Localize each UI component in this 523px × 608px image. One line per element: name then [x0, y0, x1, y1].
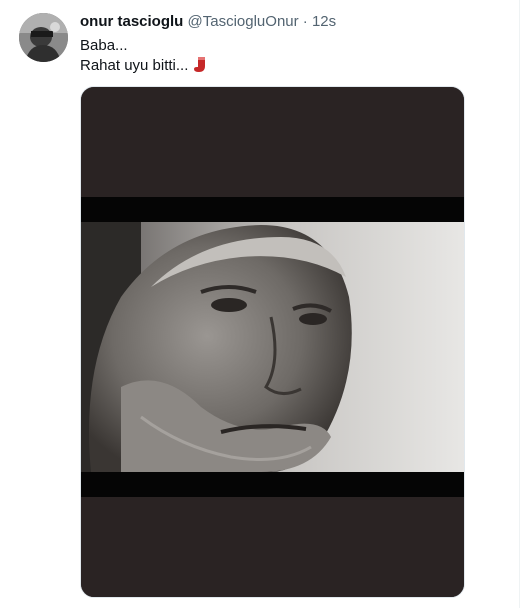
separator-dot: · — [302, 13, 308, 30]
tweet-text: Baba... Rahat uyu bitti... — [80, 36, 207, 76]
avatar-image-icon — [19, 13, 68, 62]
tweet-header: onur tascioglu @TasciogluOnur · 12s — [80, 12, 336, 32]
timestamp[interactable]: 12s — [312, 13, 336, 30]
tweet-line: Baba... — [80, 37, 128, 54]
avatar[interactable] — [19, 13, 68, 62]
tweet-card: onur tascioglu @TasciogluOnur · 12s Baba… — [0, 0, 523, 608]
divider — [519, 0, 520, 608]
elderly-man-photo-icon — [81, 87, 464, 597]
user-handle[interactable]: @TasciogluOnur — [188, 13, 299, 30]
tweet-media[interactable] — [80, 86, 465, 598]
red-stocking-emoji-icon — [193, 57, 205, 72]
tweet-line: Rahat uyu bitti... — [80, 56, 207, 76]
display-name[interactable]: onur tascioglu — [80, 13, 183, 30]
